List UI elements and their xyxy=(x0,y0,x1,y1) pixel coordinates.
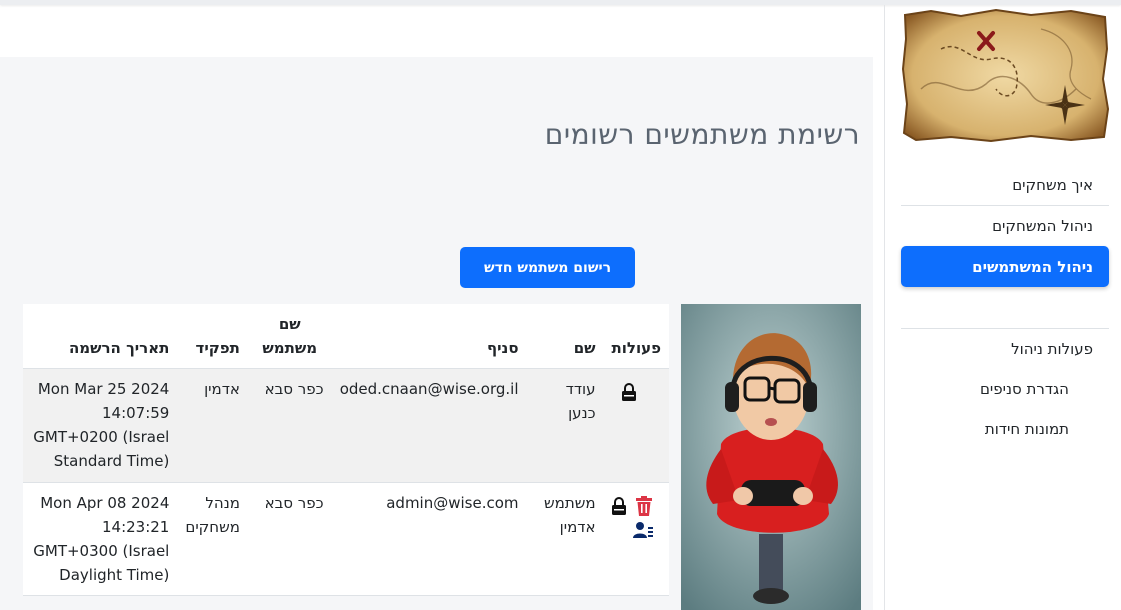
sidebar-separator xyxy=(901,328,1109,329)
treasure-map-logo xyxy=(901,9,1109,142)
page-title: רשימת משתמשים רשומים xyxy=(544,118,860,151)
sidebar-item-manage-games[interactable]: ניהול המשחקים xyxy=(992,217,1093,235)
column-header-name: שם xyxy=(526,304,604,369)
table-row: משתמש אדמין admin@wise.com כפר סבא מנהל … xyxy=(23,482,669,596)
sidebar-item-riddle-images[interactable]: תמונות חידות xyxy=(985,420,1069,438)
column-header-registration-date: תאריך הרשמה xyxy=(23,304,178,369)
user-registration-date: Mon Apr 08 2024 14:23:21 GMT+0300 (Israe… xyxy=(23,482,178,596)
gamer-kid-image xyxy=(681,304,861,610)
trash-icon[interactable] xyxy=(635,496,653,523)
sidebar-item-admin-actions[interactable]: פעולות ניהול xyxy=(1011,340,1093,358)
top-bar xyxy=(0,0,1121,5)
column-header-actions: פעולות xyxy=(603,304,669,369)
row-actions xyxy=(603,368,669,483)
user-name: עודד כנען xyxy=(526,368,604,483)
user-username: כפר סבא xyxy=(247,368,332,483)
lock-icon[interactable] xyxy=(621,383,637,408)
user-branch: admin@wise.com xyxy=(331,482,527,596)
table-header-row: פעולות שם סניף שם משתמש תפקיד תאריך הרשמ… xyxy=(23,304,669,369)
user-branch: oded.cnaan@wise.org.il xyxy=(331,368,527,483)
column-header-branch: סניף xyxy=(331,304,527,369)
sidebar-separator xyxy=(901,205,1109,206)
user-role: אדמין xyxy=(177,368,248,483)
user-registration-date: Mon Mar 25 2024 14:07:59 GMT+0200 (Israe… xyxy=(23,368,178,483)
table-row: עודד כנען oded.cnaan@wise.org.il כפר סבא… xyxy=(23,368,669,483)
sidebar-item-manage-users[interactable]: ניהול המשתמשים xyxy=(901,246,1109,287)
column-header-username: שם משתמש xyxy=(247,304,332,369)
sidebar-item-branch-settings[interactable]: הגדרת סניפים xyxy=(980,380,1069,398)
row-actions xyxy=(603,482,669,596)
users-table: פעולות שם סניף שם משתמש תפקיד תאריך הרשמ… xyxy=(23,304,669,596)
lock-icon[interactable] xyxy=(611,497,627,522)
sidebar-item-label: ניהול המשתמשים xyxy=(972,257,1093,276)
register-new-user-button[interactable]: רישום משתמש חדש xyxy=(460,247,635,288)
sidebar-divider xyxy=(884,5,885,610)
sidebar-item-how-to-play[interactable]: איך משחקים xyxy=(1012,176,1093,194)
column-header-role: תפקיד xyxy=(177,304,248,369)
user-settings-icon[interactable] xyxy=(633,521,653,545)
user-name: משתמש אדמין xyxy=(526,482,604,596)
user-username: כפר סבא xyxy=(247,482,332,596)
user-role: מנהל משחקים xyxy=(177,482,248,596)
